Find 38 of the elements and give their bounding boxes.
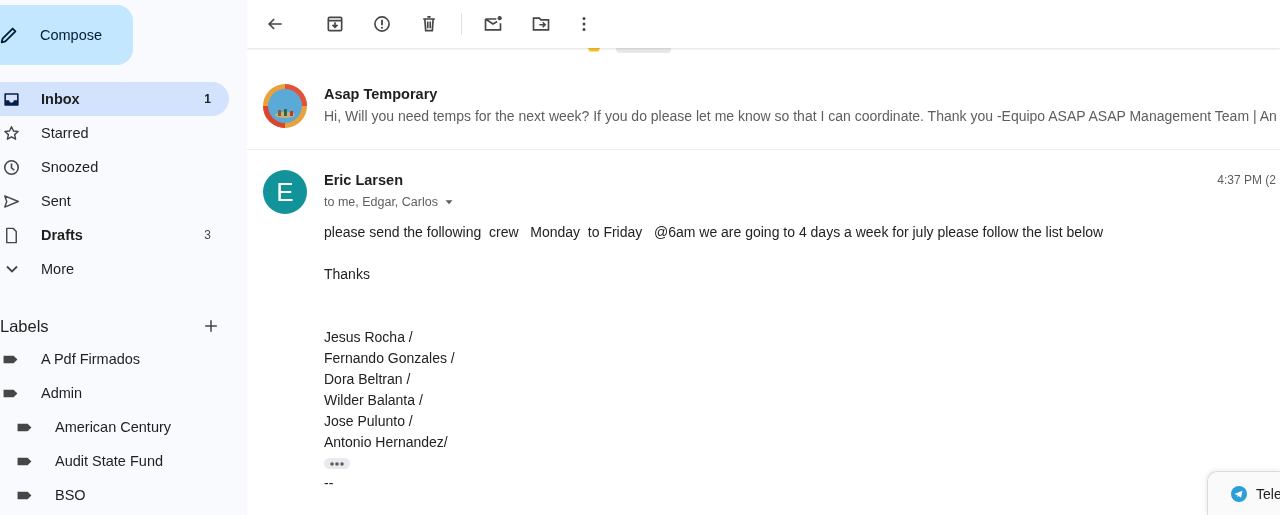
- clock-icon: [2, 157, 21, 177]
- chevron-down-icon: [6, 265, 18, 273]
- avatar: E: [263, 170, 307, 214]
- crew-name: Fernando Gonzales /: [324, 349, 456, 368]
- label-item[interactable]: A Pdf Firmados: [0, 342, 247, 376]
- report-icon[interactable]: [372, 14, 392, 34]
- nav-item[interactable]: Snoozed: [0, 150, 229, 184]
- crew-name: Jose Pulunto /: [324, 412, 414, 431]
- ellipsis-icon: [329, 460, 345, 467]
- label-item[interactable]: American Century: [0, 410, 247, 444]
- labels-heading: Labels: [0, 316, 49, 336]
- folder-icon[interactable]: [531, 14, 551, 34]
- recipients: to me, Edgar, Carlos: [324, 194, 438, 211]
- nav-item[interactable]: More: [0, 252, 229, 286]
- sender-name: Asap Temporary: [324, 85, 439, 104]
- star-icon: [2, 123, 21, 143]
- label-item[interactable]: BSO: [0, 478, 247, 512]
- message-snippet[interactable]: Hi, Will you need temps for the next week? If you do please let me know so that I can coordinate. Thank you -Equipo ASAP ASAP Management Team | An: [324, 106, 1280, 126]
- mail-icon[interactable]: [483, 14, 503, 34]
- nav-item[interactable]: Starred: [0, 116, 229, 150]
- crew-name: Antonio Hernandez/: [324, 433, 449, 452]
- crew-name: Dora Beltran /: [324, 370, 412, 389]
- archive-icon[interactable]: [325, 14, 345, 34]
- crew-name: Jesus Rocha /: [324, 328, 414, 347]
- signature-separator: --: [324, 475, 334, 491]
- body-text: Thanks: [324, 265, 371, 284]
- label-item[interactable]: Admin: [0, 376, 247, 410]
- compose-button[interactable]: Compose: [0, 5, 133, 65]
- nav-item[interactable]: Sent: [0, 184, 229, 218]
- message-time: 4:37 PM (2: [1217, 172, 1277, 189]
- sender-name: Eric Larsen: [324, 171, 404, 190]
- nav-item[interactable]: Inbox 1: [0, 82, 229, 116]
- nav-item[interactable]: Drafts 3: [0, 218, 229, 252]
- show-trimmed-button[interactable]: [324, 458, 350, 469]
- label-item[interactable]: Audit State Fund: [0, 444, 247, 478]
- body-text: please send the following crew Monday to Friday @6am we are going to 4 days a week for july please follow the list below: [324, 223, 1105, 242]
- paper-plane-icon: [1231, 485, 1247, 502]
- crew-name: Wilder Balanta /: [324, 391, 424, 410]
